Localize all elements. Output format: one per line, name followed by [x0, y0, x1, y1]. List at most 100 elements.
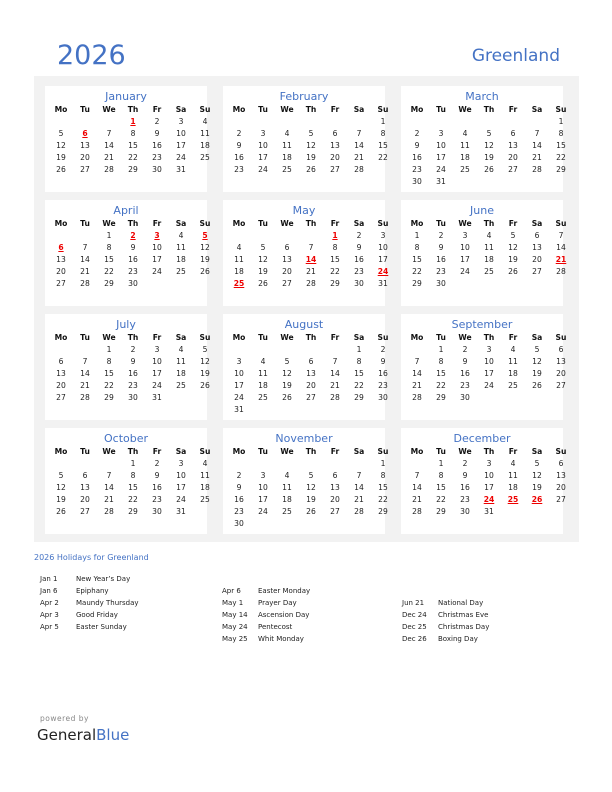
holiday-list-item: Apr 3 Good Friday	[40, 609, 139, 621]
country-title: Greenland	[471, 46, 560, 66]
empty-cell	[97, 458, 121, 470]
day-cell: 29	[128, 507, 138, 516]
day-cell: 21	[532, 153, 542, 162]
day-cell: 24	[176, 495, 186, 504]
weekday-header: We	[458, 447, 472, 456]
day-cell: 11	[200, 471, 210, 480]
weekday-header: Mo	[232, 105, 246, 114]
day-cell: 28	[104, 165, 114, 174]
day-cell: 10	[234, 369, 244, 378]
holiday-date: Jan 1	[40, 575, 58, 583]
holiday-list-item: May 24 Pentecost	[222, 621, 310, 633]
day-cell: 19	[484, 153, 494, 162]
day-cell: 19	[200, 369, 210, 378]
day-cell: 12	[306, 483, 316, 492]
holiday-day-cell: 6	[82, 129, 88, 138]
day-cell: 9	[462, 357, 468, 366]
empty-cell	[323, 116, 347, 128]
day-cell: 9	[154, 471, 160, 480]
day-cell: 23	[354, 267, 364, 276]
weekday-header: Mo	[410, 447, 424, 456]
day-cell: 9	[356, 243, 362, 252]
day-cell: 10	[176, 129, 186, 138]
holiday-name: Pentecost	[258, 623, 293, 631]
weekday-header: Su	[377, 219, 389, 228]
day-cell: 11	[508, 357, 518, 366]
weekday-header: Th	[127, 333, 139, 342]
holiday-date: Apr 3	[40, 611, 59, 619]
month-name: July	[116, 318, 136, 331]
weekday-header: We	[280, 333, 294, 342]
day-cell: 29	[104, 393, 114, 402]
day-cell: 6	[284, 243, 290, 252]
weekday-header: Tu	[436, 105, 446, 114]
day-cell: 3	[380, 231, 386, 240]
weekday-header: Mo	[54, 219, 68, 228]
empty-cell	[251, 230, 275, 242]
weekday-header: Tu	[258, 333, 268, 342]
day-cell: 17	[258, 495, 268, 504]
day-cell: 7	[356, 129, 362, 138]
empty-cell	[49, 458, 73, 470]
holiday-date: May 1	[222, 599, 244, 607]
day-cell: 27	[556, 381, 566, 390]
holiday-day-cell: 2	[130, 231, 136, 240]
day-cell: 20	[80, 495, 90, 504]
day-cell: 29	[412, 279, 422, 288]
day-cell: 8	[380, 129, 386, 138]
day-cell: 5	[202, 345, 208, 354]
day-cell: 23	[128, 267, 138, 276]
holiday-name: Easter Sunday	[76, 623, 127, 631]
weekday-header: Fr	[508, 105, 518, 114]
empty-cell	[525, 116, 549, 128]
day-cell: 21	[354, 153, 364, 162]
empty-cell	[227, 458, 251, 470]
day-cell: 13	[282, 255, 292, 264]
day-cell: 22	[436, 495, 446, 504]
empty-cell	[453, 116, 477, 128]
weekday-header: Mo	[54, 333, 68, 342]
month-february: February Mo Tu We Th Fr Sa Su 1 2 3 4 5 6 7 8 9 10 11 12 13 1…	[223, 86, 388, 192]
day-cell: 24	[460, 267, 470, 276]
day-cell: 6	[82, 471, 88, 480]
day-cell: 26	[484, 165, 494, 174]
weekday-header: Su	[555, 219, 567, 228]
day-cell: 22	[436, 381, 446, 390]
month-name: August	[284, 318, 324, 331]
day-cell: 21	[104, 153, 114, 162]
day-cell: 31	[436, 177, 446, 186]
brand-blue: Blue	[96, 726, 130, 744]
empty-cell	[405, 344, 429, 356]
weekday-header: Th	[127, 219, 139, 228]
weekday-header: Th	[127, 105, 139, 114]
day-cell: 11	[176, 243, 186, 252]
weekday-header: We	[102, 447, 116, 456]
day-cell: 14	[330, 369, 340, 378]
day-cell: 10	[484, 357, 494, 366]
month-name: February	[279, 90, 329, 103]
weekday-header: Mo	[410, 105, 424, 114]
day-cell: 7	[558, 231, 564, 240]
month-name: November	[275, 432, 333, 445]
day-cell: 7	[106, 129, 112, 138]
day-cell: 20	[56, 267, 66, 276]
day-cell: 26	[200, 381, 210, 390]
day-cell: 2	[462, 459, 468, 468]
day-cell: 23	[152, 153, 162, 162]
day-cell: 22	[104, 267, 114, 276]
day-cell: 21	[412, 381, 422, 390]
month-grid: Mo Tu We Th Fr Sa Su 1 2 3 4 5 6 7 8 9 10 11 12 13 14 15 16 17 1…	[49, 332, 211, 404]
day-cell: 15	[330, 255, 340, 264]
holiday-date: Apr 6	[222, 587, 241, 595]
empty-cell	[405, 116, 429, 128]
holiday-name: New Year’s Day	[76, 575, 131, 583]
weekday-header: Fr	[152, 447, 162, 456]
weekday-header: Sa	[353, 105, 365, 114]
day-cell: 18	[258, 381, 268, 390]
day-cell: 13	[330, 483, 340, 492]
empty-cell	[405, 458, 429, 470]
day-cell: 26	[306, 507, 316, 516]
day-cell: 28	[80, 279, 90, 288]
day-cell: 9	[236, 483, 242, 492]
day-cell: 9	[380, 357, 386, 366]
